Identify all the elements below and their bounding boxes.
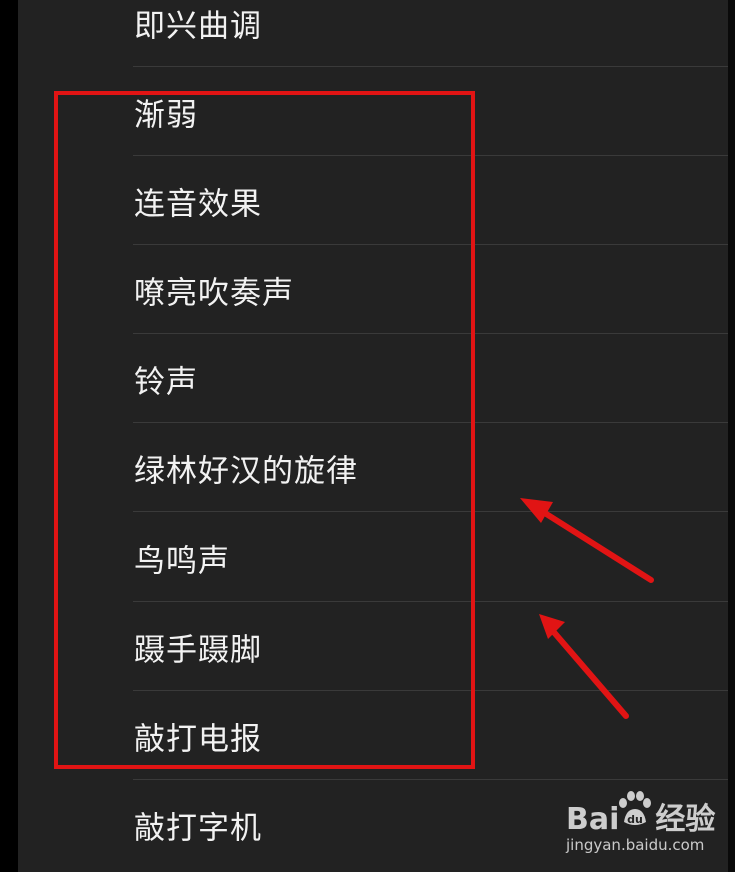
screen: 即兴曲调 渐弱 连音效果 嘹亮吹奏声 铃声 绿林好汉的旋律 鸟鸣声 蹑手蹑脚 敲… — [0, 0, 735, 872]
watermark-url: jingyan.baidu.com — [566, 836, 705, 854]
list-item[interactable]: 敲打电报 — [18, 691, 728, 780]
list-item[interactable]: 蹑手蹑脚 — [18, 602, 728, 691]
list-item-label: 绿林好汉的旋律 — [134, 453, 358, 489]
list-item[interactable]: 即兴曲调 — [18, 0, 728, 67]
right-edge — [728, 0, 735, 872]
list-item[interactable]: 嘹亮吹奏声 — [18, 245, 728, 334]
list-item-label: 鸟鸣声 — [134, 543, 230, 579]
list-item-label: 渐弱 — [134, 97, 198, 133]
list-item[interactable]: 鸟鸣声 — [18, 513, 728, 602]
list-item-label: 连音效果 — [134, 186, 262, 222]
list-item-label: 敲打字机 — [134, 810, 262, 846]
list-item[interactable]: 连音效果 — [18, 156, 728, 245]
list-item-label: 嘹亮吹奏声 — [134, 275, 294, 311]
ringtone-list-panel: 即兴曲调 渐弱 连音效果 嘹亮吹奏声 铃声 绿林好汉的旋律 鸟鸣声 蹑手蹑脚 敲… — [18, 0, 728, 872]
list-item-label: 敲打电报 — [134, 721, 262, 757]
list-item-label: 铃声 — [134, 364, 198, 400]
baidu-paw-icon: du — [619, 791, 651, 826]
divider — [133, 511, 728, 512]
list-item-label: 即兴曲调 — [134, 8, 262, 44]
list-item[interactable]: 铃声 — [18, 334, 728, 423]
list-item[interactable]: 绿林好汉的旋律 — [18, 423, 728, 512]
svg-text:du: du — [627, 813, 643, 826]
list-item-label: 蹑手蹑脚 — [134, 632, 262, 668]
list-item[interactable]: 渐弱 — [18, 67, 728, 156]
baidu-jingyan-watermark: Bai 经验 du jingyan.baidu.com — [566, 790, 726, 860]
